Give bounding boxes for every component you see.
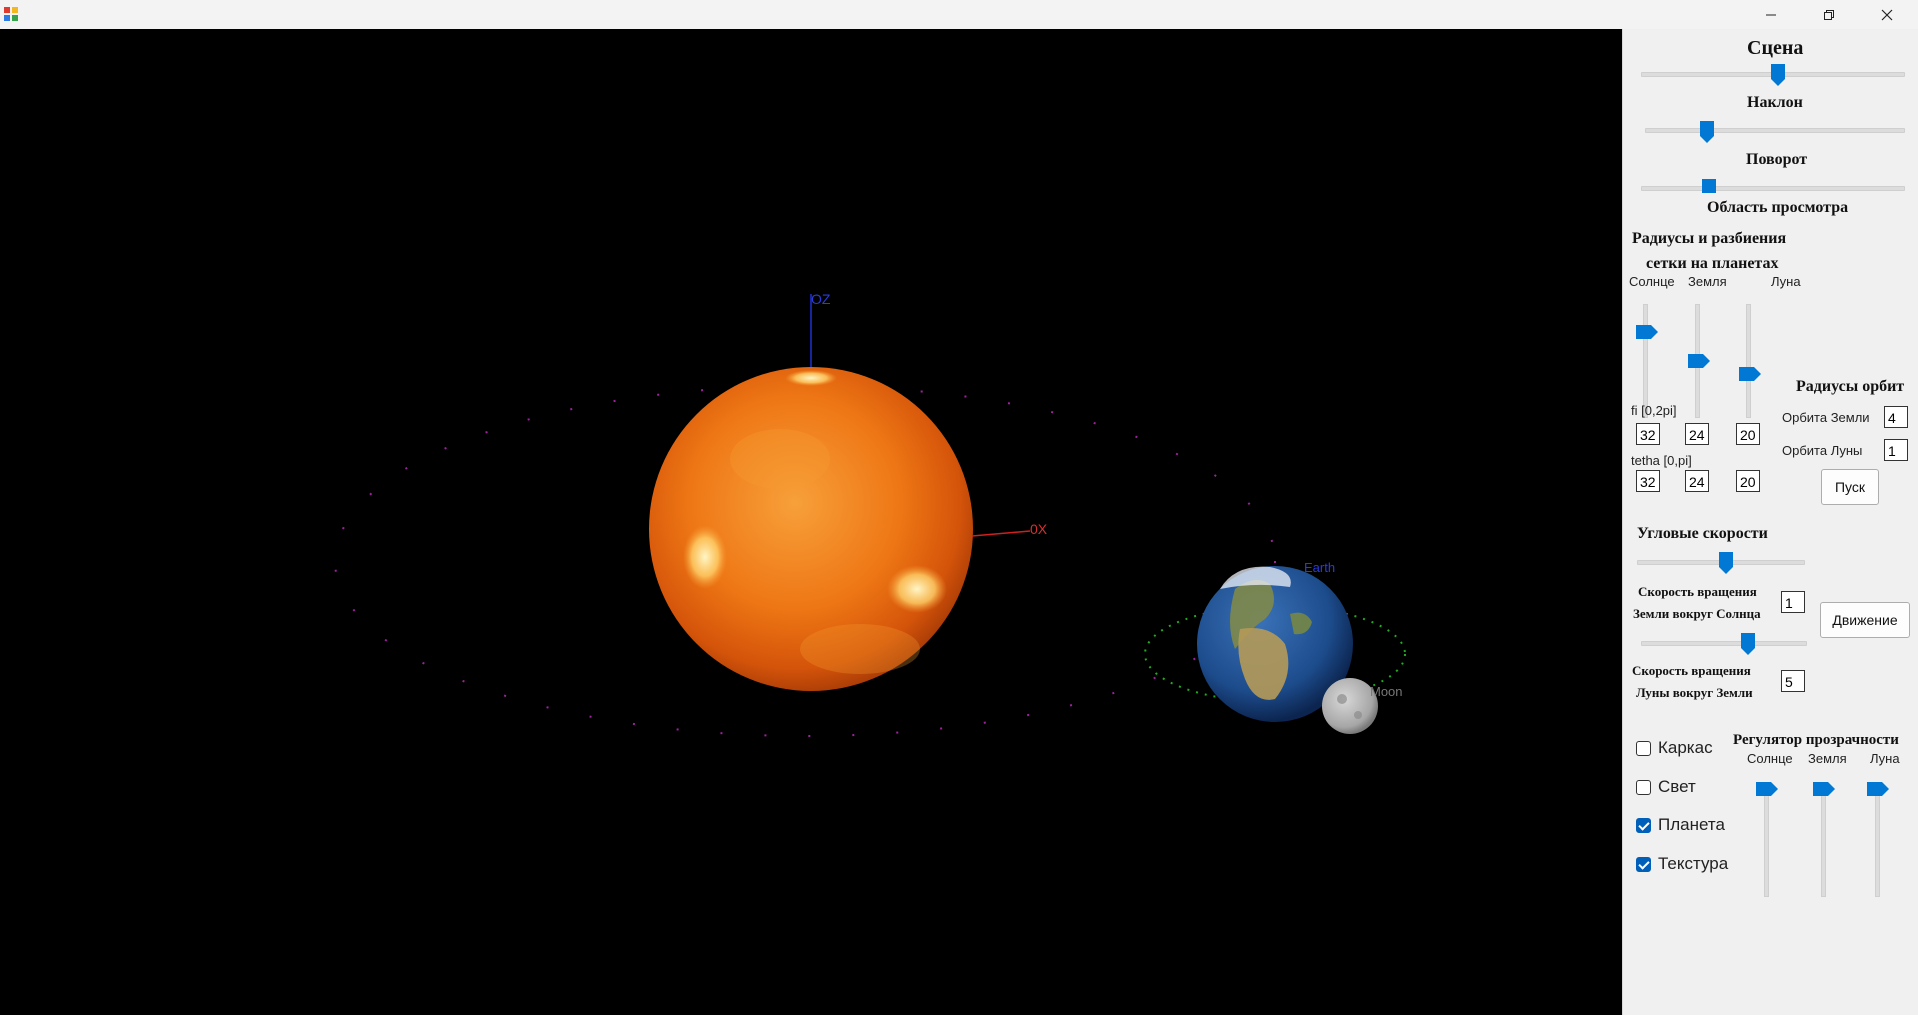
wireframe-label: Каркас xyxy=(1658,738,1713,757)
earth-speed-line1: Скорость вращения xyxy=(1638,584,1757,599)
transparency-title: Регулятор прозрачности xyxy=(1733,732,1899,748)
earth-orbit-input[interactable]: 4 xyxy=(1884,406,1908,428)
control-panel: Сцена Наклон Поворот Область просмотра Р… xyxy=(1622,29,1918,1015)
wireframe-checkbox[interactable] xyxy=(1636,741,1651,756)
start-button[interactable]: Пуск xyxy=(1821,469,1879,505)
light-label: Свет xyxy=(1658,777,1696,796)
tetha-earth-input[interactable]: 24 xyxy=(1685,470,1709,492)
moon-transparency-thumb[interactable] xyxy=(1867,782,1889,796)
earth-speed-slider[interactable] xyxy=(1641,641,1807,646)
tetha-label: tetha [0,pi] xyxy=(1631,453,1692,468)
scene-viewport[interactable]: OZ 0X Earth Moon xyxy=(0,29,1622,1015)
fi-sun-input[interactable]: 32 xyxy=(1636,423,1660,445)
moon-speed-line1: Скорость вращения xyxy=(1632,663,1751,678)
earth-radius-slider-thumb[interactable] xyxy=(1688,354,1710,368)
moon-radius-slider-thumb[interactable] xyxy=(1739,367,1761,381)
scene-slider-thumb[interactable] xyxy=(1771,64,1785,86)
earth-speed-line2: Земли вокруг Солнца xyxy=(1633,606,1761,621)
fi-moon-input[interactable]: 20 xyxy=(1736,423,1760,445)
sun-radius-slider-thumb[interactable] xyxy=(1636,325,1658,339)
moon-orbit-label: Орбита Луны xyxy=(1782,443,1863,458)
t-moon-label: Луна xyxy=(1870,751,1900,766)
minimize-icon xyxy=(1766,14,1776,15)
rotation-slider[interactable] xyxy=(1641,186,1905,191)
axis-x-line xyxy=(971,530,1031,537)
radius-title-line2: сетки на планетах xyxy=(1646,255,1779,272)
earth-orbit-label: Орбита Земли xyxy=(1782,410,1870,425)
tetha-sun-input[interactable]: 32 xyxy=(1636,470,1660,492)
tetha-moon-input[interactable]: 20 xyxy=(1736,470,1760,492)
axis-z-label: OZ xyxy=(811,291,831,307)
motion-button[interactable]: Движение xyxy=(1820,602,1910,638)
scene-canvas: OZ 0X Earth Moon xyxy=(334,291,1406,737)
angular-speed-slider-thumb[interactable] xyxy=(1719,552,1733,574)
rotation-slider-thumb[interactable] xyxy=(1702,179,1716,193)
col-moon-label: Луна xyxy=(1771,274,1801,289)
fi-label: fi [0,2pi] xyxy=(1631,403,1677,418)
maximize-button[interactable] xyxy=(1800,0,1858,29)
earth-label: Earth xyxy=(1304,560,1335,575)
close-icon xyxy=(1881,9,1893,20)
app-icon xyxy=(4,7,18,21)
moon-radius-slider[interactable] xyxy=(1746,304,1751,418)
sun-sphere xyxy=(649,367,973,691)
tilt-slider[interactable] xyxy=(1645,128,1905,133)
rotation-title: Поворот xyxy=(1746,151,1808,168)
t-sun-label: Солнце xyxy=(1747,751,1793,766)
fi-earth-input[interactable]: 24 xyxy=(1685,423,1709,445)
earth-speed-slider-thumb[interactable] xyxy=(1741,633,1755,655)
axis-x-label: 0X xyxy=(1030,521,1048,537)
view-area-title: Область просмотра xyxy=(1707,199,1849,216)
orbit-radius-title: Радиусы орбит xyxy=(1796,378,1905,395)
texture-checkbox[interactable] xyxy=(1636,857,1651,872)
earth-transparency-slider[interactable] xyxy=(1821,787,1826,897)
earth-transparency-thumb[interactable] xyxy=(1813,782,1835,796)
moon-speed-input[interactable]: 5 xyxy=(1781,670,1805,692)
light-checkbox[interactable] xyxy=(1636,780,1651,795)
angular-speeds-title: Угловые скорости xyxy=(1637,525,1768,542)
texture-label: Текстура xyxy=(1658,854,1729,873)
planet-label: Планета xyxy=(1658,815,1725,834)
close-button[interactable] xyxy=(1858,0,1916,29)
minimize-button[interactable] xyxy=(1742,0,1800,29)
title-bar xyxy=(0,0,1918,29)
moon-orbit-input[interactable]: 1 xyxy=(1884,439,1908,461)
planet-checkbox[interactable] xyxy=(1636,818,1651,833)
moon-transparency-slider[interactable] xyxy=(1875,787,1880,897)
tilt-slider-thumb[interactable] xyxy=(1700,121,1714,143)
tilt-title: Наклон xyxy=(1747,94,1803,111)
moon-speed-line2: Луны вокруг Земли xyxy=(1636,685,1753,700)
radius-title-line1: Радиусы и разбиения xyxy=(1632,230,1787,247)
sun-transparency-slider[interactable] xyxy=(1764,787,1769,897)
t-earth-label: Земля xyxy=(1808,751,1847,766)
col-earth-label: Земля xyxy=(1688,274,1727,289)
sun-transparency-thumb[interactable] xyxy=(1756,782,1778,796)
earth-speed-input[interactable]: 1 xyxy=(1781,591,1805,613)
restore-icon xyxy=(1824,9,1834,20)
sun-radius-slider[interactable] xyxy=(1643,304,1648,418)
moon-label: Moon xyxy=(1370,684,1403,699)
scene-title: Сцена xyxy=(1747,37,1804,59)
col-sun-label: Солнце xyxy=(1629,274,1675,289)
